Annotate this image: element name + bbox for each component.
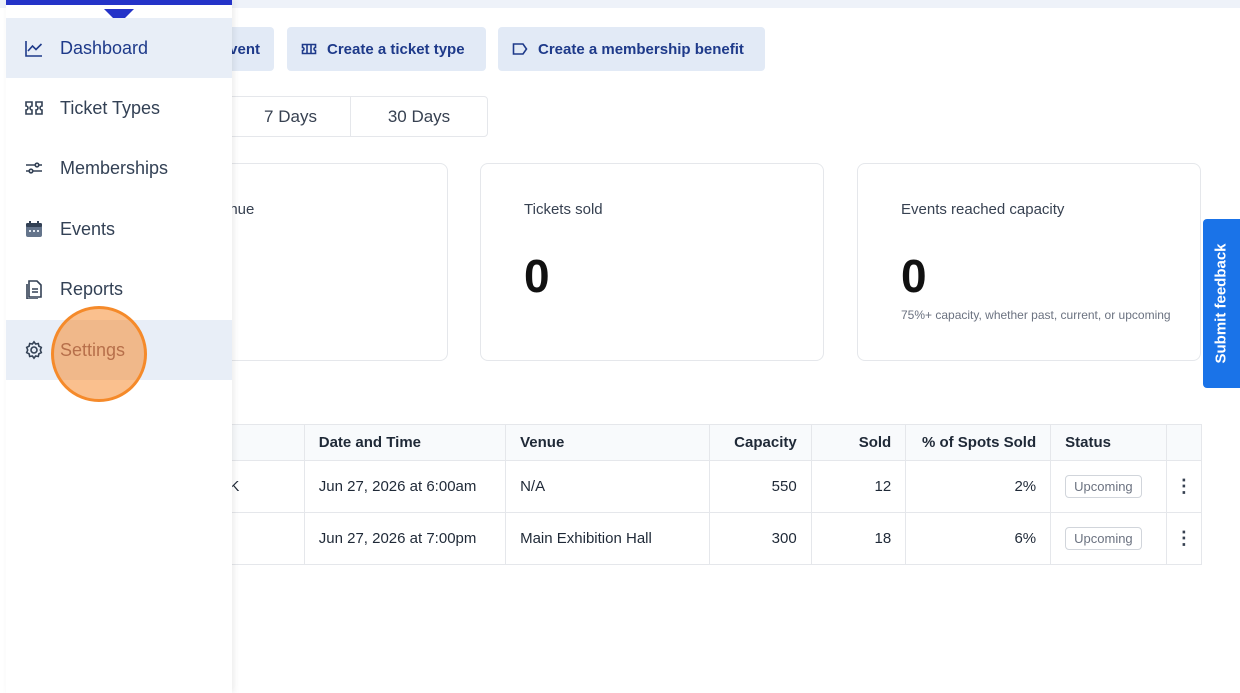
create-ticket-type-button[interactable]: Create a ticket type bbox=[287, 27, 486, 71]
submit-feedback-button[interactable]: Submit feedback bbox=[1203, 219, 1240, 388]
sidebar-item-label: Ticket Types bbox=[60, 97, 161, 118]
cell-date-time: Jun 27, 2026 at 7:00pm bbox=[303, 512, 506, 565]
create-ticket-type-label: Create a ticket type bbox=[327, 40, 465, 58]
header-actions bbox=[1165, 424, 1202, 461]
sidebar-accent-bar bbox=[6, 0, 232, 24]
time-range-selector: 7 Days 30 Days bbox=[200, 96, 488, 137]
ticket-icon bbox=[301, 43, 317, 55]
cell-venue: N/A bbox=[505, 460, 710, 513]
sliders-icon bbox=[26, 162, 42, 174]
capacity-value: 0 bbox=[901, 250, 927, 302]
tickets-sold-label: Tickets sold bbox=[524, 201, 603, 218]
sidebar-item-label: Memberships bbox=[60, 157, 169, 178]
capacity-label: Events reached capacity bbox=[901, 201, 1065, 218]
chart-line-icon bbox=[25, 41, 43, 57]
sidebar-item-label: Reports bbox=[60, 278, 124, 299]
cell-status: Upcoming bbox=[1050, 460, 1167, 513]
sidebar-item-label: Events bbox=[60, 218, 116, 239]
table-row[interactable]: 5K Jun 27, 2026 at 6:00am N/A 550 12 2% … bbox=[150, 460, 1202, 513]
sidebar-item-ticket-types[interactable]: Ticket Types bbox=[6, 78, 232, 138]
range-30-days[interactable]: 30 Days bbox=[350, 97, 487, 136]
kebab-menu-icon[interactable]: ⋮ bbox=[1175, 528, 1193, 548]
ticket-icon bbox=[25, 101, 43, 115]
cell-pct-sold: 2% bbox=[905, 460, 1051, 513]
sidebar-item-events[interactable]: Events bbox=[6, 199, 232, 259]
cell-capacity: 550 bbox=[709, 460, 812, 513]
header-pct-sold[interactable]: % of Spots Sold bbox=[905, 424, 1051, 461]
header-capacity[interactable]: Capacity bbox=[709, 424, 812, 461]
cell-venue: Main Exhibition Hall bbox=[505, 512, 710, 565]
sidebar-item-memberships[interactable]: Memberships bbox=[6, 138, 232, 198]
status-badge: Upcoming bbox=[1065, 475, 1142, 498]
events-table: Date and Time Venue Capacity Sold % of S… bbox=[150, 424, 1202, 565]
tag-icon bbox=[512, 43, 528, 55]
header-venue[interactable]: Venue bbox=[505, 424, 710, 461]
kebab-menu-icon[interactable]: ⋮ bbox=[1175, 476, 1193, 496]
submit-feedback-label: Submit feedback bbox=[1213, 243, 1230, 364]
row-actions-cell: ⋮ bbox=[1165, 512, 1202, 565]
sidebar-item-label: Dashboard bbox=[60, 37, 149, 58]
sidebar-item-dashboard[interactable]: Dashboard bbox=[6, 18, 232, 78]
sidebar-item-settings[interactable]: Settings bbox=[6, 320, 232, 380]
status-badge: Upcoming bbox=[1065, 527, 1142, 550]
create-membership-benefit-label: Create a membership benefit bbox=[538, 40, 744, 58]
table-row[interactable]: Jun 27, 2026 at 7:00pm Main Exhibition H… bbox=[150, 512, 1202, 565]
header-sold[interactable]: Sold bbox=[810, 424, 906, 461]
capacity-note: 75%+ capacity, whether past, current, or… bbox=[901, 308, 1171, 322]
tickets-sold-value: 0 bbox=[524, 250, 550, 302]
sidebar-item-label: Settings bbox=[60, 339, 126, 360]
cell-capacity: 300 bbox=[709, 512, 812, 565]
row-actions-cell: ⋮ bbox=[1165, 460, 1202, 513]
cell-status: Upcoming bbox=[1050, 512, 1167, 565]
cell-sold: 12 bbox=[810, 460, 906, 513]
calendar-icon bbox=[26, 221, 42, 237]
sidebar-menu: Dashboard Ticket Types Memberships Event… bbox=[6, 0, 232, 693]
cell-pct-sold: 6% bbox=[905, 512, 1051, 565]
tickets-sold-card: Tickets sold 0 bbox=[480, 163, 824, 361]
create-event-label: vent bbox=[229, 40, 260, 58]
gear-icon bbox=[25, 340, 43, 360]
cell-sold: 18 bbox=[810, 512, 906, 565]
header-date-time[interactable]: Date and Time bbox=[303, 424, 506, 461]
header-status[interactable]: Status bbox=[1050, 424, 1167, 461]
cell-date-time: Jun 27, 2026 at 6:00am bbox=[303, 460, 506, 513]
report-icon bbox=[26, 280, 42, 299]
sidebar-item-reports[interactable]: Reports bbox=[6, 259, 232, 319]
create-membership-benefit-button[interactable]: Create a membership benefit bbox=[498, 27, 765, 71]
capacity-card: Events reached capacity 0 75%+ capacity,… bbox=[857, 163, 1201, 361]
table-header-row: Date and Time Venue Capacity Sold % of S… bbox=[150, 424, 1202, 461]
